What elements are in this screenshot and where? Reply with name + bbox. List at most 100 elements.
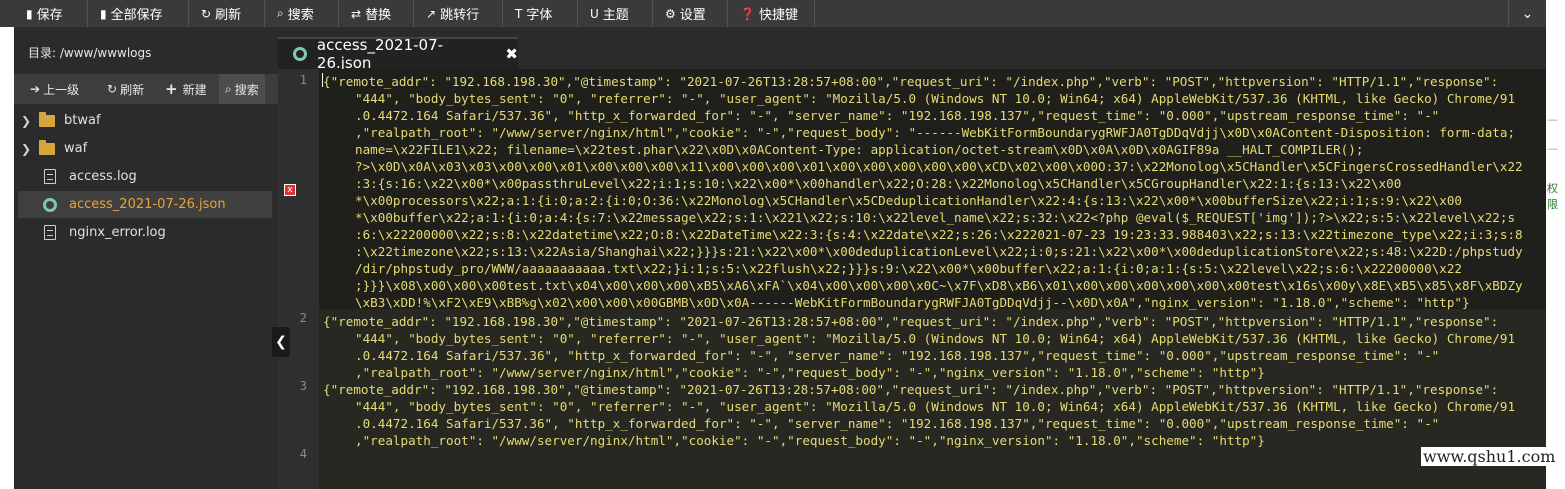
tree-item-label: waf (64, 141, 88, 156)
font-icon: T (515, 6, 523, 21)
goto-line-button-label: 跳转行 (440, 8, 480, 23)
refresh-icon: ↻ (201, 6, 212, 21)
tree-item-label: btwaf (64, 113, 101, 128)
save-button-label: 保存 (36, 8, 63, 23)
goto-icon: ↗ (426, 6, 437, 21)
tree-item-label: nginx_error.log (69, 225, 166, 240)
right-edge-mark: 权限 (1547, 182, 1558, 211)
theme-button-label: 主题 (602, 8, 629, 23)
search-button[interactable]: ⌕ 搜索 (265, 0, 339, 27)
directory-path: 目录: /www/wwwlogs (28, 46, 152, 60)
refresh-button-label: 刷新 (215, 8, 242, 23)
right-edge-mark: — (1547, 113, 1558, 126)
shortcuts-button-label: 快捷键 (758, 8, 798, 23)
code-text: ,"realpath_root": "/www/server/nginx/htm… (355, 433, 1265, 448)
json-file-icon (43, 197, 57, 212)
folder-icon (39, 111, 55, 127)
refresh-files-button[interactable]: ↻ 刷新 (107, 74, 144, 104)
tree-item-label: access_2021-07-26.json (69, 197, 226, 212)
search-icon: ⌕ (225, 81, 232, 96)
error-marker-icon[interactable]: x (284, 184, 296, 196)
editor-tab-bar: access_2021-07-26.json ✖ (278, 27, 1546, 72)
new-file-label: 新建 (182, 82, 207, 97)
code-text: {"remote_addr": "192.168.198.30","@times… (323, 74, 1499, 89)
json-file-icon (293, 47, 307, 61)
watermark: www.qshu1.com (1421, 447, 1558, 466)
file-panel: 目录: /www/wwwlogs ➔ 上一级 ↻ 刷新 + 新建 ⌕ 搜索 ❯ btwa… (14, 27, 278, 489)
code-text: :3:{s:16:\x22\x00*\x00passthruLevel\x22;… (355, 176, 1402, 191)
file-icon (44, 225, 56, 240)
code-text: :6:\x22200000\x22;s:8:\x22datetime\x22;O… (355, 227, 1523, 242)
chevron-right-icon[interactable]: ❯ (18, 142, 34, 156)
code-text: .0.4472.164 Safari/537.36", "http_x_forw… (355, 108, 1440, 123)
tree-item-access-json[interactable]: access_2021-07-26.json (18, 191, 272, 218)
settings-button[interactable]: ⚙ 设置 (653, 0, 728, 27)
save-all-icon: ▮ (100, 6, 107, 21)
theme-button[interactable]: U 主题 (578, 0, 653, 27)
tree-item-nginx-error-log[interactable]: nginx_error.log (18, 219, 272, 246)
code-text: *\x00buffer\x22;a:1:{i:0;a:4:{s:7:\x22me… (355, 210, 1516, 225)
code-editor[interactable]: {"remote_addr": "192.168.198.30","@times… (319, 69, 1546, 489)
tree-item-waf[interactable]: ❯ waf (18, 135, 272, 162)
save-icon: ▮ (26, 6, 33, 21)
close-icon[interactable]: ✖ (505, 45, 518, 63)
replace-icon: ⇄ (351, 6, 362, 21)
refresh-button[interactable]: ↻ 刷新 (189, 0, 265, 27)
theme-icon: U (590, 6, 599, 21)
font-button[interactable]: T 字体 (503, 0, 578, 27)
code-text: {"remote_addr": "192.168.198.30","@times… (323, 314, 1499, 329)
left-gutter (0, 27, 14, 489)
search-icon: ⌕ (277, 6, 284, 20)
code-text: "444", "body_bytes_sent": "0", "referrer… (355, 331, 1516, 346)
gear-icon: ⚙ (665, 6, 676, 21)
code-text: name=\x22FILE1\x22; filename=\x22test.ph… (355, 142, 1364, 157)
save-button[interactable]: ▮ 保存 (0, 0, 88, 27)
line-number: 2 (299, 311, 307, 325)
help-icon: ❓ (740, 6, 755, 21)
font-button-label: 字体 (526, 8, 553, 23)
tree-item-access-log[interactable]: access.log (18, 163, 272, 190)
chevron-left-icon: ❮ (275, 334, 287, 350)
plus-icon: + (165, 80, 178, 98)
line-number: 4 (299, 447, 307, 461)
up-icon: ➔ (30, 82, 41, 96)
replace-button-label: 替换 (365, 8, 392, 23)
line-number: 3 (299, 379, 307, 393)
up-level-label: 上一级 (43, 82, 80, 97)
text-cursor (322, 73, 323, 87)
line-number: 1 (299, 73, 307, 87)
chevron-right-icon[interactable]: ❯ (18, 114, 34, 128)
search-button-label: 搜索 (287, 8, 314, 23)
goto-line-button[interactable]: ↗ 跳转行 (414, 0, 503, 27)
search-files-label: 搜索 (234, 82, 259, 97)
settings-button-label: 设置 (679, 8, 706, 23)
replace-button[interactable]: ⇄ 替换 (339, 0, 414, 27)
new-file-button[interactable]: + 新建 (165, 74, 207, 104)
refresh-files-label: 刷新 (120, 82, 145, 97)
tab-access-json[interactable]: access_2021-07-26.json ✖ (278, 36, 518, 72)
shortcuts-button[interactable]: ❓ 快捷键 (728, 0, 815, 27)
refresh-icon: ↻ (107, 82, 118, 96)
tree-item-label: access.log (69, 169, 137, 184)
search-files-button[interactable]: ⌕ 搜索 (219, 74, 265, 104)
tree-item-btwaf[interactable]: ❯ btwaf (18, 107, 272, 134)
code-text: ;}}}\x08\x00\x00\x00test.txt\x04\x00\x00… (355, 278, 1523, 293)
code-text: \xB3\xDD!%\xF2\xE9\xBB%g\x02\x00\x00\x00… (355, 295, 1470, 310)
code-text: .0.4472.164 Safari/537.36", "http_x_forw… (355, 348, 1440, 363)
editor-toolbar: ▮ 保存 ▮ 全部保存 ↻ 刷新 ⌕ 搜索 ⇄ 替换 ↗ 跳转行 T 字体 U 主题 ⚙ 设置 ❓… (0, 0, 1565, 27)
collapse-panel-button[interactable]: ❮ (272, 327, 290, 357)
right-edge-strip: — — 权限 (1546, 0, 1565, 489)
file-icon (44, 169, 56, 184)
code-text: ,"realpath_root": "/www/server/nginx/htm… (355, 365, 1265, 380)
save-all-button[interactable]: ▮ 全部保存 (88, 0, 189, 27)
file-actions-bar: ➔ 上一级 ↻ 刷新 + 新建 ⌕ 搜索 (14, 74, 278, 104)
code-text: "444", "body_bytes_sent": "0", "referrer… (355, 399, 1516, 414)
up-level-button[interactable]: ➔ 上一级 (30, 74, 79, 104)
tab-label: access_2021-07-26.json (316, 36, 444, 72)
chevron-down-icon[interactable]: ⌄ (1508, 0, 1546, 27)
save-all-button-label: 全部保存 (110, 8, 163, 23)
code-text: ,"realpath_root": "/www/server/nginx/htm… (355, 125, 1516, 140)
code-text: .0.4472.164 Safari/537.36", "http_x_forw… (355, 416, 1440, 431)
folder-icon (39, 139, 55, 155)
